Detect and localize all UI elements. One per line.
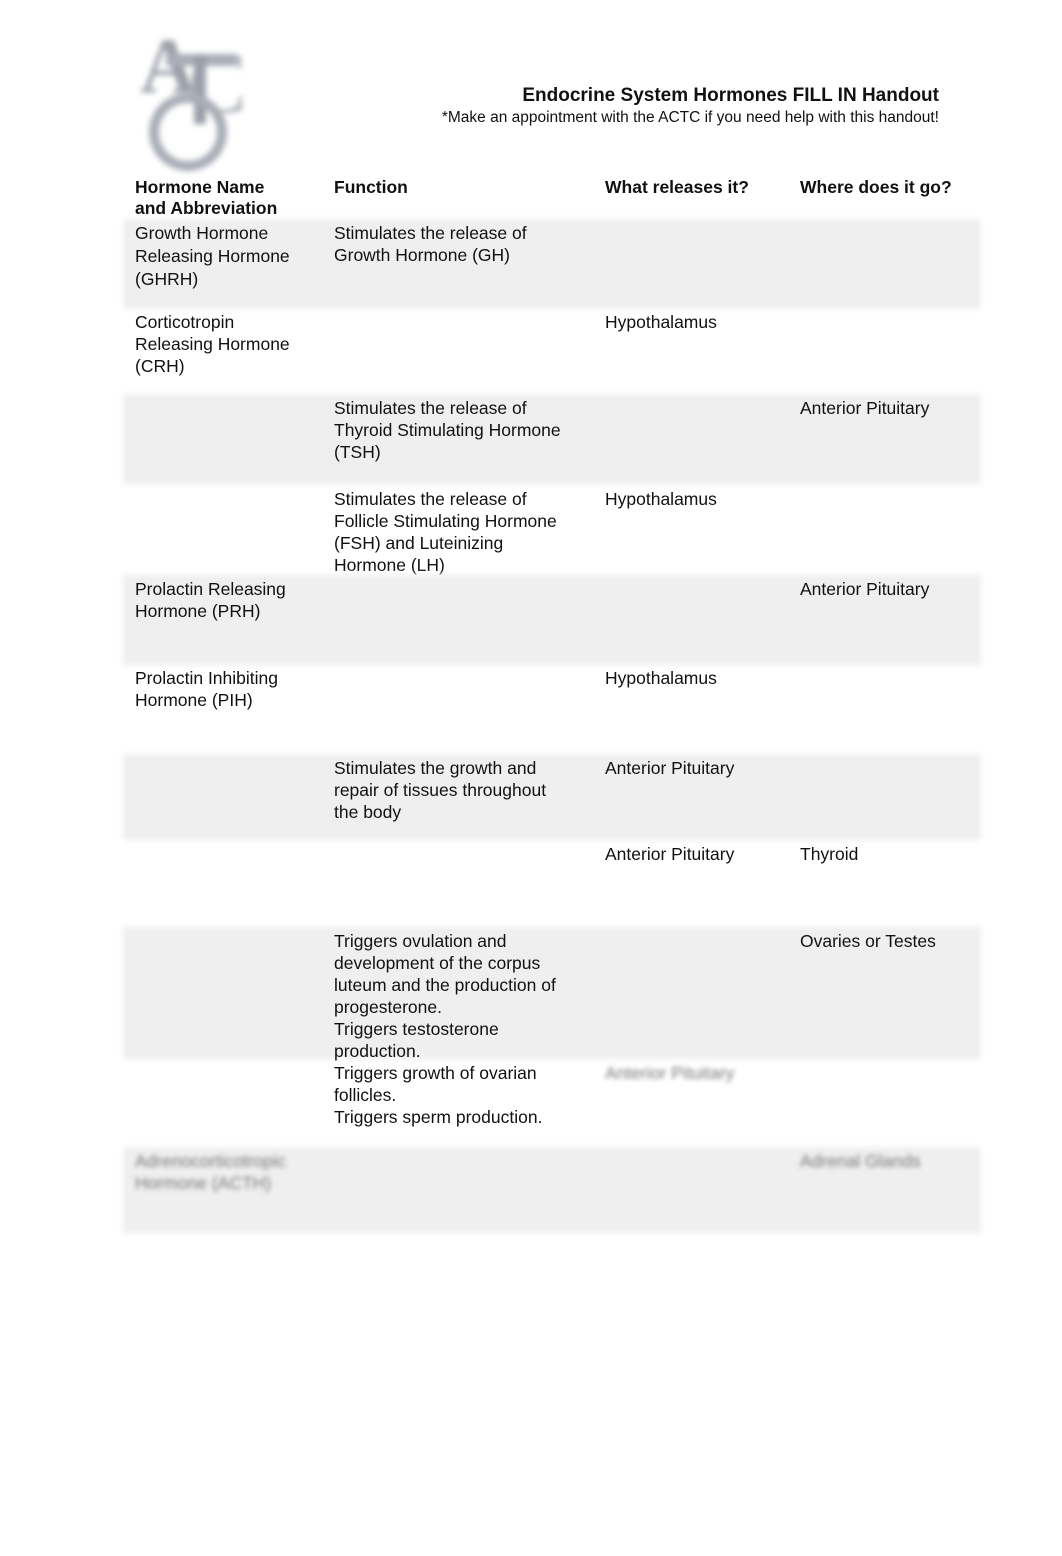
cell-function[interactable]: Stimulates the release of Follicle Stimu…	[334, 488, 594, 576]
table-row: Stimulates the release of Follicle Stimu…	[126, 488, 978, 576]
column-header-released-by: What releases it?	[605, 177, 749, 197]
column-header-hormone-name: Hormone Name and Abbreviation	[135, 177, 278, 218]
table-row: Growth Hormone Releasing Hormone (GHRH) …	[126, 222, 978, 306]
cell-released-by[interactable]: Anterior Pituitary	[605, 1062, 795, 1084]
page-subtitle: *Make an appointment with the ACTC if yo…	[441, 109, 939, 126]
cell-hormone-name[interactable]: Growth Hormone Releasing Hormone (GHRH)	[135, 222, 325, 291]
actc-logo: A C	[140, 22, 247, 171]
table-row: Prolactin Inhibiting Hormone (PIH) Hypot…	[126, 667, 978, 749]
table-row: Stimulates the growth and repair of tiss…	[126, 757, 978, 837]
cell-target[interactable]: Thyroid	[800, 843, 980, 865]
cell-hormone-name[interactable]: Adrenocorticotropic Hormone (ACTH)	[135, 1150, 325, 1194]
page-title: Endocrine System Hormones FILL IN Handou…	[522, 85, 939, 106]
cell-released-by[interactable]: Anterior Pituitary	[605, 843, 795, 865]
table-row: Stimulates the release of Thyroid Stimul…	[126, 397, 978, 481]
column-header-target: Where does it go?	[800, 177, 952, 197]
cell-target[interactable]: Adrenal Glands	[800, 1150, 980, 1172]
cell-function[interactable]: Triggers ovulation and development of th…	[334, 930, 594, 1128]
cell-released-by[interactable]: Anterior Pituitary	[605, 757, 795, 779]
cell-target[interactable]: Anterior Pituitary	[800, 397, 980, 419]
cell-released-by[interactable]: Hypothalamus	[605, 667, 795, 689]
cell-hormone-name[interactable]: Prolactin Inhibiting Hormone (PIH)	[135, 667, 325, 711]
cell-released-by[interactable]: Hypothalamus	[605, 311, 795, 333]
cell-function[interactable]: Stimulates the growth and repair of tiss…	[334, 757, 594, 823]
table-row: Corticotropin Releasing Hormone (CRH) Hy…	[126, 311, 978, 391]
cell-target[interactable]: Ovaries or Testes	[800, 930, 980, 952]
cell-hormone-name[interactable]: Prolactin Releasing Hormone (PRH)	[135, 578, 325, 622]
cell-function[interactable]: Stimulates the release of Growth Hormone…	[334, 222, 594, 266]
table-row: Adrenocorticotropic Hormone (ACTH) Adren…	[126, 1150, 978, 1230]
table-row: Triggers ovulation and development of th…	[126, 930, 980, 1127]
column-header-function: Function	[334, 177, 408, 197]
cell-function[interactable]: Stimulates the release of Thyroid Stimul…	[334, 397, 594, 463]
cell-released-by[interactable]: Hypothalamus	[605, 488, 795, 510]
table-row: Anterior Pituitary Thyroid	[126, 843, 978, 923]
cell-target[interactable]: Anterior Pituitary	[800, 578, 980, 600]
cell-hormone-name[interactable]: Corticotropin Releasing Hormone (CRH)	[135, 311, 325, 377]
table-header: Hormone Name and Abbreviation Function W…	[126, 177, 978, 219]
table-row: Prolactin Releasing Hormone (PRH) Anteri…	[126, 578, 978, 662]
